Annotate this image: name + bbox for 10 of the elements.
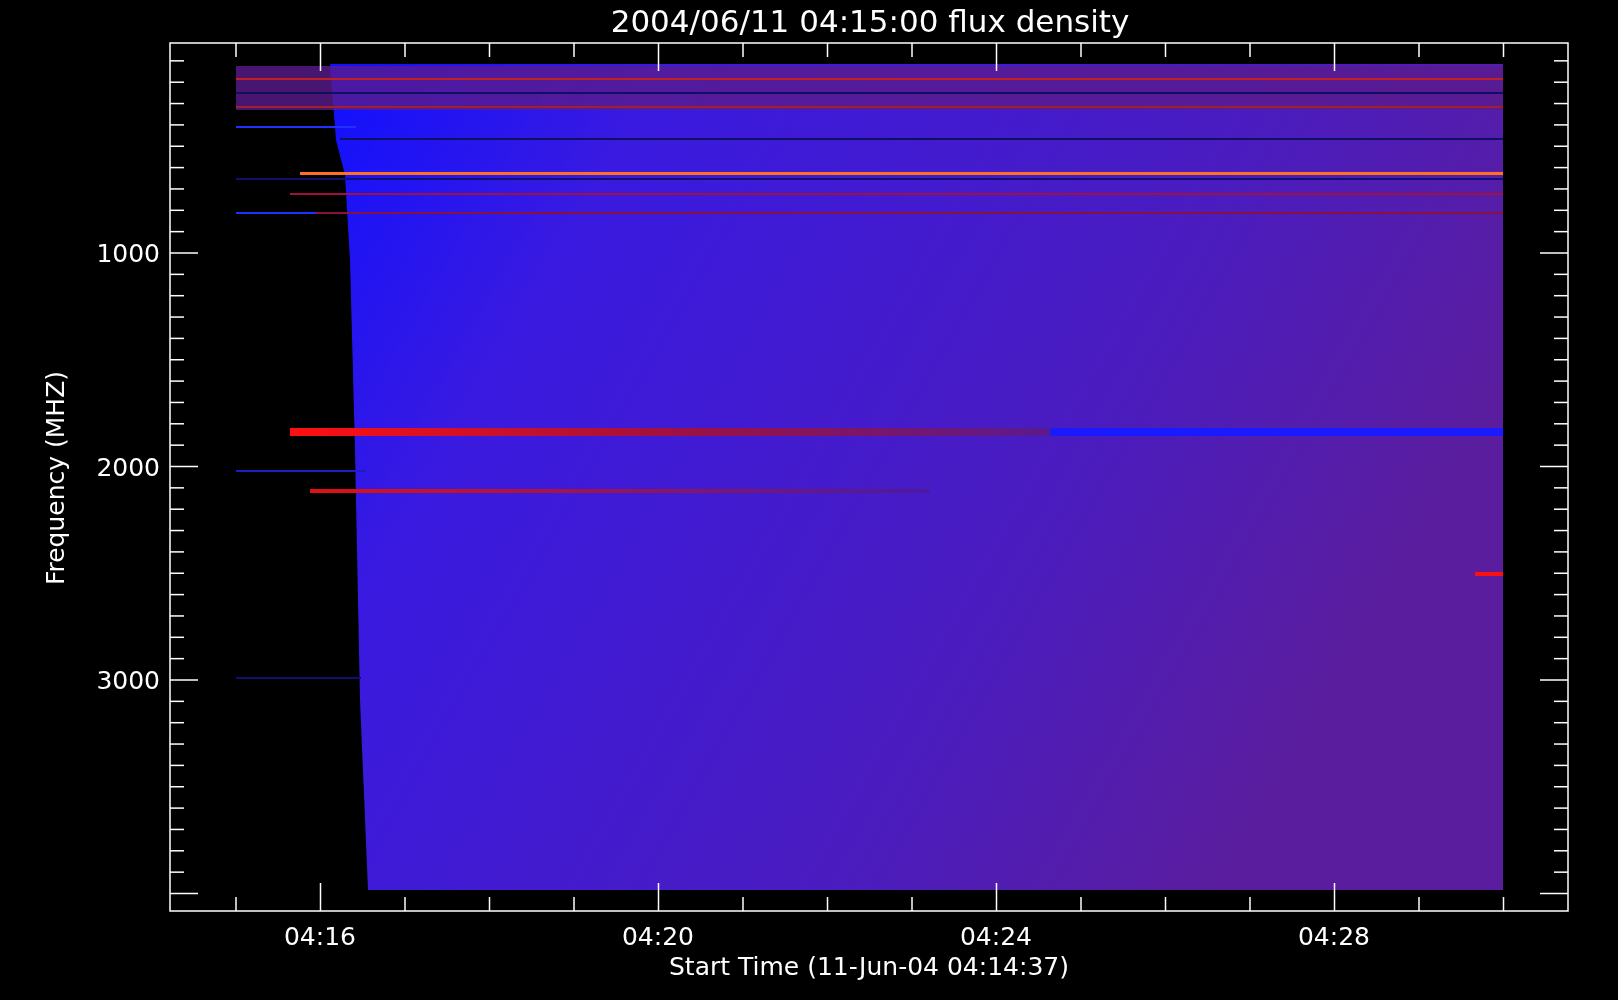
x-tick-label: 04:28: [1298, 922, 1370, 951]
y-axis-label: Frequency (MHZ): [41, 370, 70, 586]
x-tick-label: 04:24: [960, 922, 1032, 951]
y-tick-label: 1000: [96, 239, 160, 268]
chart-title: 2004/06/11 04:15:00 flux density: [610, 3, 1130, 39]
x-axis-label: Start Time (11-Jun-04 04:14:37): [669, 952, 1069, 981]
x-tick-label: 04:20: [622, 922, 694, 951]
x-tick-label: 04:16: [284, 922, 356, 951]
y-tick-label: 2000: [96, 452, 160, 482]
y-tick-label: 3000: [96, 666, 160, 695]
